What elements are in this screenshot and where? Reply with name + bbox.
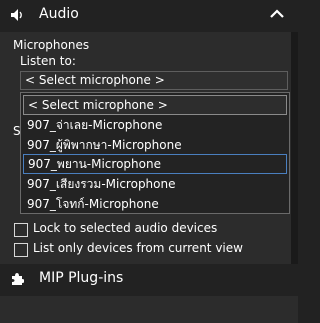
puzzle-icon: [12, 273, 24, 285]
microphone-dropdown-list: < Select microphone > 907_จ่าเลย-Microph…: [20, 92, 290, 214]
microphone-select[interactable]: < Select microphone >: [20, 71, 288, 90]
empty-area: [0, 296, 298, 323]
speaker-icon: [11, 9, 22, 21]
lock-devices-label: Lock to selected audio devices: [33, 221, 218, 235]
panel-scroll-strip: [291, 32, 298, 264]
microphone-option[interactable]: 907_จ่าเลย-Microphone: [23, 115, 287, 135]
audio-section-title: Audio: [39, 6, 79, 22]
list-only-checkbox[interactable]: [14, 243, 28, 257]
microphone-option[interactable]: 907_เสียงรวม-Microphone: [23, 174, 287, 194]
lock-devices-checkbox[interactable]: [14, 223, 28, 237]
microphone-option[interactable]: 907_ผู้พิพากษา-Microphone: [23, 135, 287, 155]
mip-section-title: MIP Plug-ins: [39, 270, 124, 286]
microphone-option[interactable]: 907_โจทก์-Microphone: [23, 194, 287, 214]
microphones-heading: Microphones: [13, 38, 90, 52]
microphone-select-value: < Select microphone >: [25, 73, 165, 87]
microphone-option[interactable]: 907_พยาน-Microphone: [23, 154, 287, 174]
listen-to-label: Listen to:: [20, 54, 76, 68]
chevron-up-icon[interactable]: [270, 9, 284, 19]
microphone-option[interactable]: < Select microphone >: [23, 95, 287, 115]
audio-section-header[interactable]: Audio: [0, 0, 298, 32]
list-only-label: List only devices from current view: [33, 241, 243, 255]
mip-section-header[interactable]: MIP Plug-ins: [0, 264, 298, 296]
